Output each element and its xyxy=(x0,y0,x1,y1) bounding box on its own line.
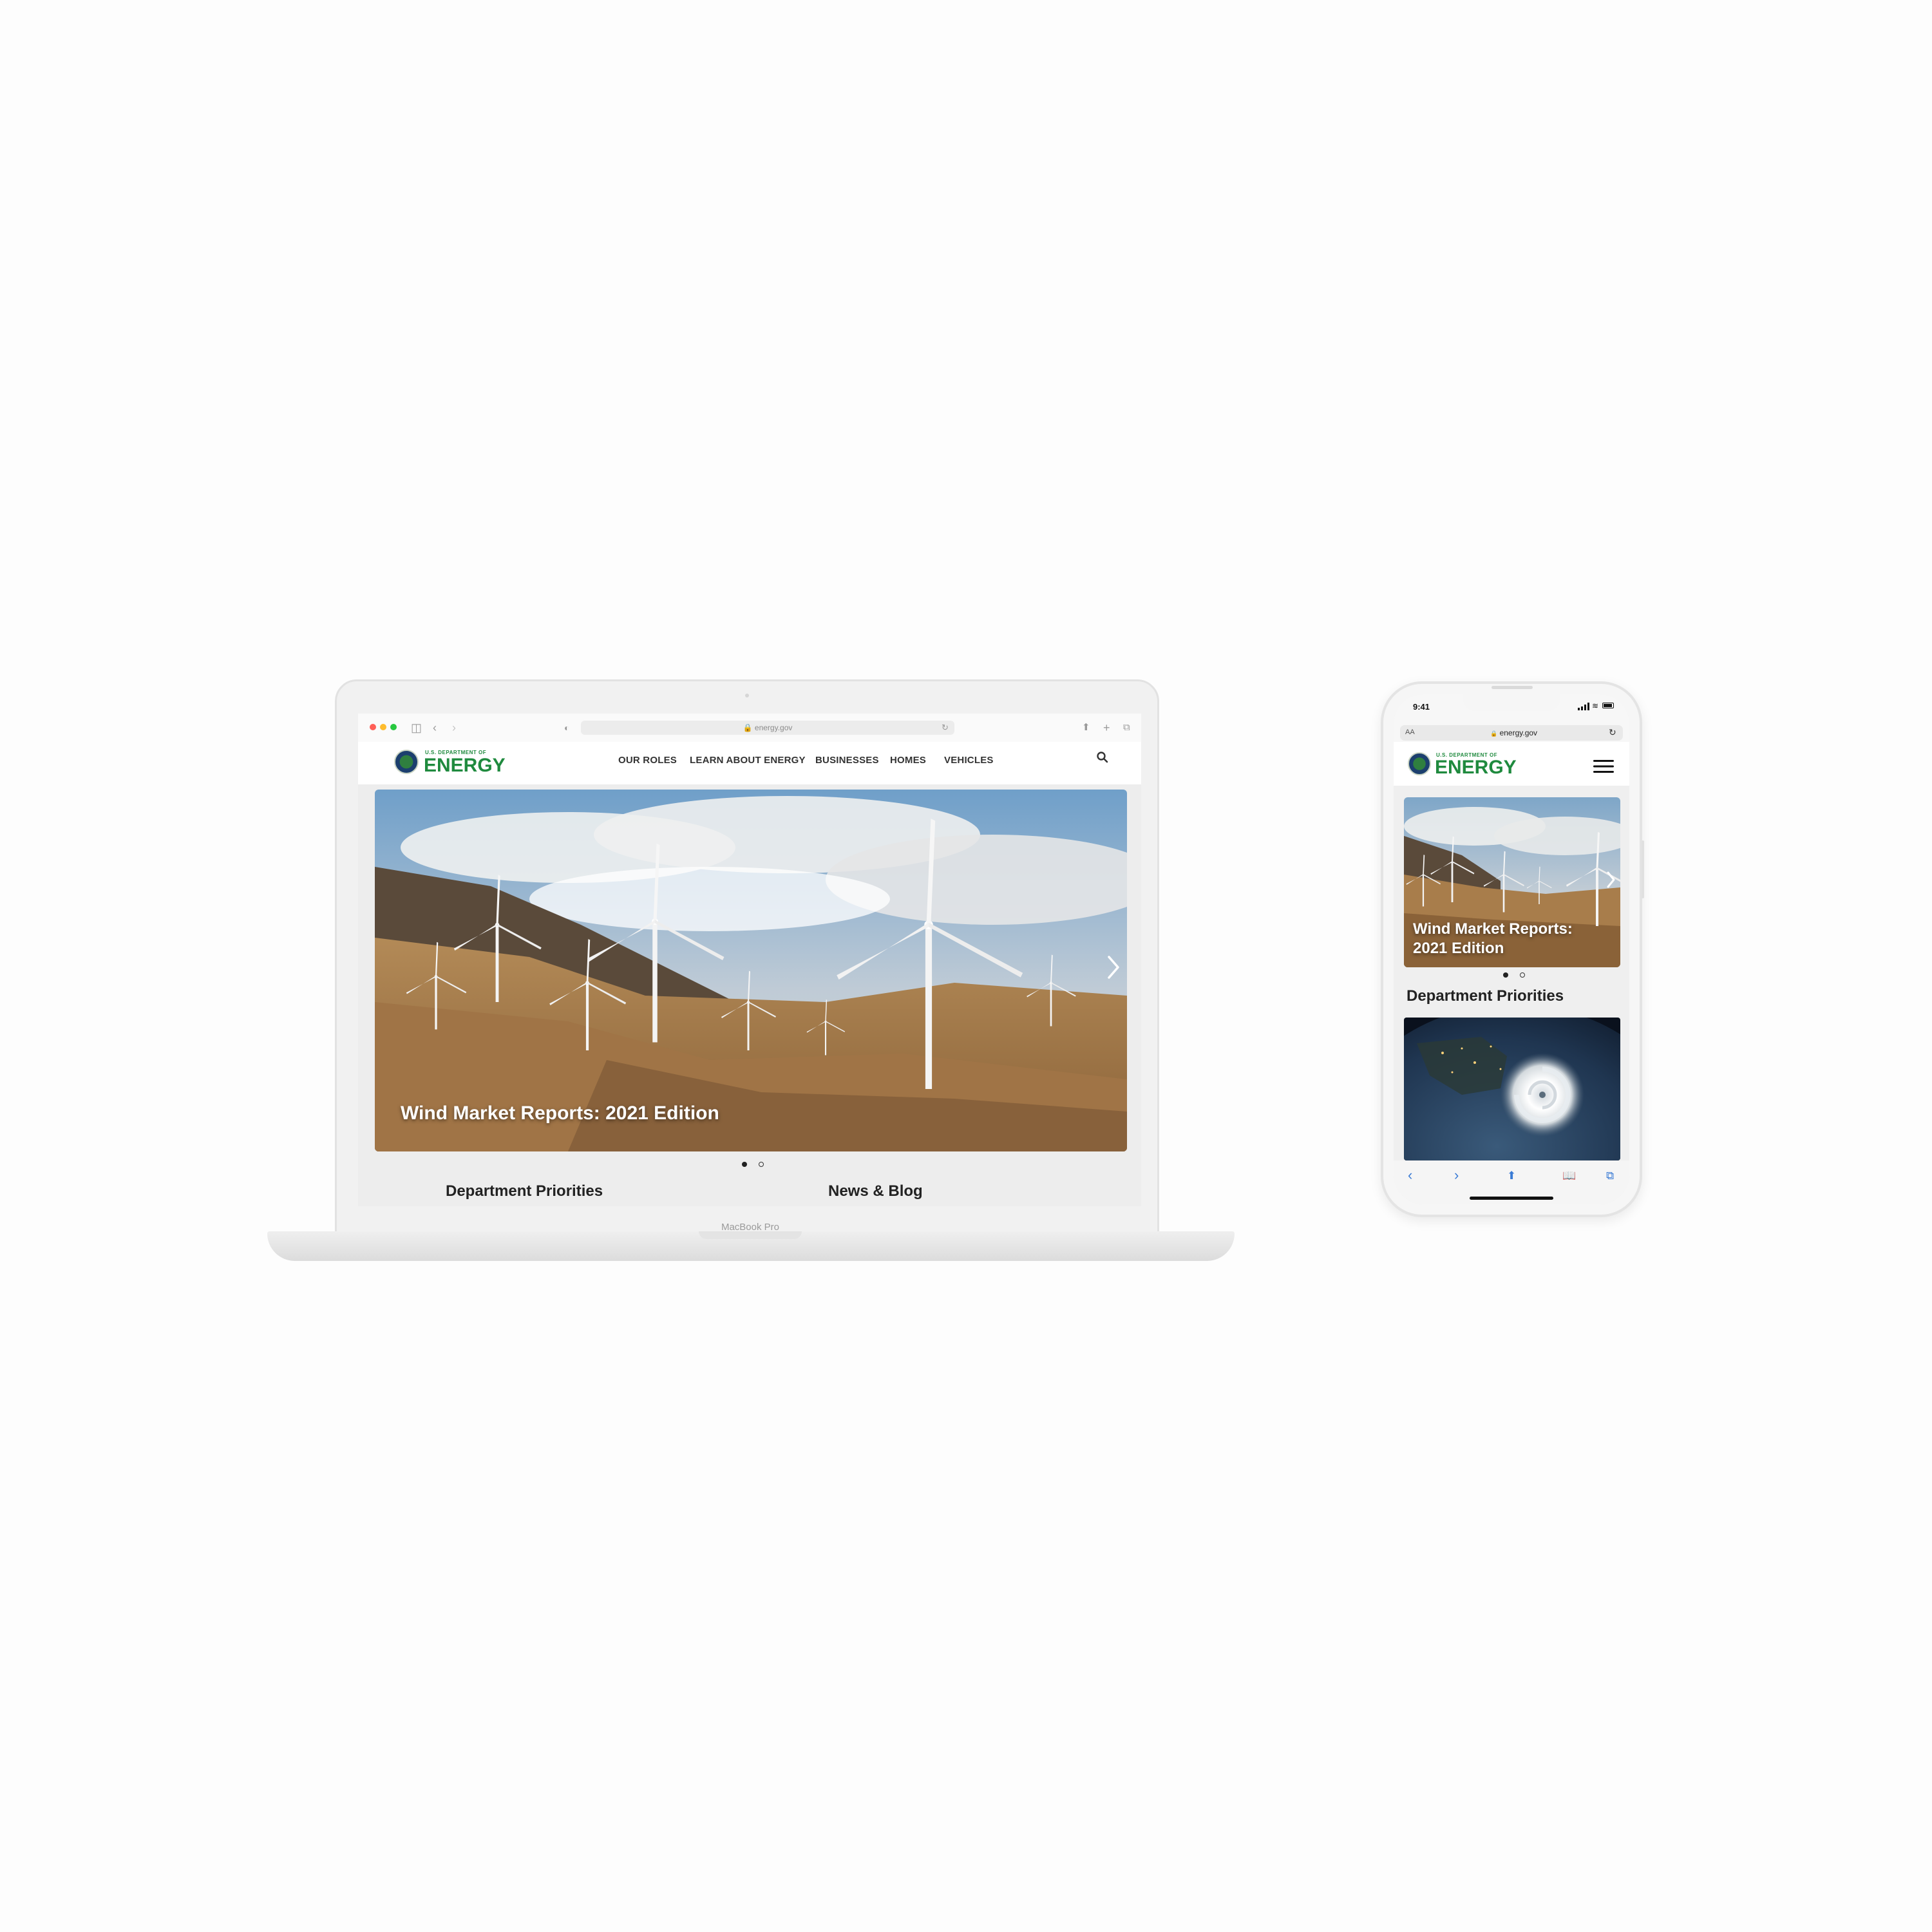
nav-learn-about-energy[interactable]: LEARN ABOUT ENERGY xyxy=(690,755,806,766)
wind-farm-image xyxy=(375,790,1127,1151)
url-text: energy.gov xyxy=(1499,728,1538,737)
url-text: energy.gov xyxy=(754,723,793,732)
text-size-button[interactable]: AA xyxy=(1405,728,1415,736)
hero-caption-line2: 2021 Edition xyxy=(1413,940,1504,957)
wifi-icon: ≋ xyxy=(1592,701,1599,710)
logo-wordmark[interactable]: ENERGY xyxy=(424,755,506,776)
nav-our-roles[interactable]: OUR ROLES xyxy=(618,755,677,766)
carousel-dot-active[interactable] xyxy=(742,1162,747,1167)
nav-homes[interactable]: HOMES xyxy=(890,755,926,766)
status-time: 9:41 xyxy=(1413,702,1430,712)
home-indicator[interactable] xyxy=(1470,1197,1553,1200)
department-priorities-heading[interactable]: Department Priorities xyxy=(1406,987,1564,1005)
bookmarks-icon[interactable]: 📖 xyxy=(1562,1170,1576,1182)
reload-icon[interactable]: ↻ xyxy=(942,720,949,735)
url-display[interactable]: 🔒 energy.gov xyxy=(1490,728,1537,737)
hero-caption-line1: Wind Market Reports: xyxy=(1413,920,1573,938)
menu-icon[interactable] xyxy=(1593,759,1614,777)
department-priorities-heading[interactable]: Department Priorities xyxy=(446,1182,603,1200)
carousel-dot[interactable] xyxy=(1520,972,1525,978)
reload-icon[interactable]: ↻ xyxy=(1609,727,1616,738)
back-icon[interactable]: ‹ xyxy=(433,720,437,735)
logo-wordmark[interactable]: ENERGY xyxy=(1435,757,1517,778)
next-arrow-icon[interactable] xyxy=(1106,954,1121,983)
next-arrow-icon[interactable] xyxy=(1606,871,1615,892)
share-icon[interactable]: ⬆ xyxy=(1507,1170,1516,1182)
phone-screen: 9:41 ≋ AA 🔒 energy.gov ↻ U.S. DEPARTMENT… xyxy=(1394,694,1629,1204)
phone-speaker xyxy=(1492,686,1533,689)
zoom-window-button[interactable] xyxy=(390,724,397,730)
lock-icon: 🔒 xyxy=(1490,730,1498,737)
share-icon[interactable]: ⬆ xyxy=(1082,720,1090,735)
address-bar[interactable]: 🔒 energy.gov xyxy=(581,721,954,735)
nav-vehicles[interactable]: VEHICLES xyxy=(944,755,994,766)
hurricane-image[interactable] xyxy=(1404,1018,1620,1160)
laptop-camera xyxy=(745,694,749,697)
sidebar-icon[interactable]: ◫ xyxy=(411,720,422,735)
tabs-icon[interactable]: ⧉ xyxy=(1606,1170,1614,1182)
laptop-screen: ◫ ‹ › ◐ 🔒 energy.gov ↻ ⬆ + ⧉ U.S. DEPART… xyxy=(358,714,1141,1206)
browser-toolbar: ◫ ‹ › ◐ 🔒 energy.gov ↻ ⬆ + ⧉ xyxy=(358,714,1141,743)
signal-icon xyxy=(1578,702,1589,714)
tabs-icon[interactable]: ⧉ xyxy=(1123,720,1130,735)
phone-side-button xyxy=(1642,840,1644,898)
minimize-window-button[interactable] xyxy=(380,724,386,730)
new-tab-icon[interactable]: + xyxy=(1103,720,1110,735)
carousel-dot[interactable] xyxy=(759,1162,764,1167)
phone-notch xyxy=(1463,694,1560,711)
lock-icon: 🔒 xyxy=(743,723,753,732)
back-icon[interactable]: ‹ xyxy=(1408,1167,1412,1184)
hero-carousel[interactable]: Wind Market Reports: 2021 Edition xyxy=(375,790,1127,1151)
battery-icon xyxy=(1602,703,1614,708)
laptop-model-label: MacBook Pro xyxy=(721,1222,780,1233)
close-window-button[interactable] xyxy=(370,724,376,730)
search-icon[interactable] xyxy=(1096,751,1109,767)
nav-businesses[interactable]: BUSINESSES xyxy=(815,755,879,766)
doe-seal-icon[interactable] xyxy=(1408,752,1431,775)
forward-icon[interactable]: › xyxy=(452,720,456,735)
hero-caption[interactable]: Wind Market Reports: 2021 Edition xyxy=(401,1103,719,1124)
news-blog-heading[interactable]: News & Blog xyxy=(828,1182,923,1200)
doe-seal-icon[interactable] xyxy=(394,750,419,774)
hero-caption[interactable]: Wind Market Reports: 2021 Edition xyxy=(1413,920,1573,958)
privacy-shield-icon[interactable]: ◐ xyxy=(564,720,569,735)
forward-icon[interactable]: › xyxy=(1454,1167,1459,1184)
hero-carousel[interactable]: Wind Market Reports: 2021 Edition xyxy=(1404,797,1620,967)
carousel-dot-active[interactable] xyxy=(1503,972,1508,978)
earth-from-space-image xyxy=(1404,1018,1620,1160)
